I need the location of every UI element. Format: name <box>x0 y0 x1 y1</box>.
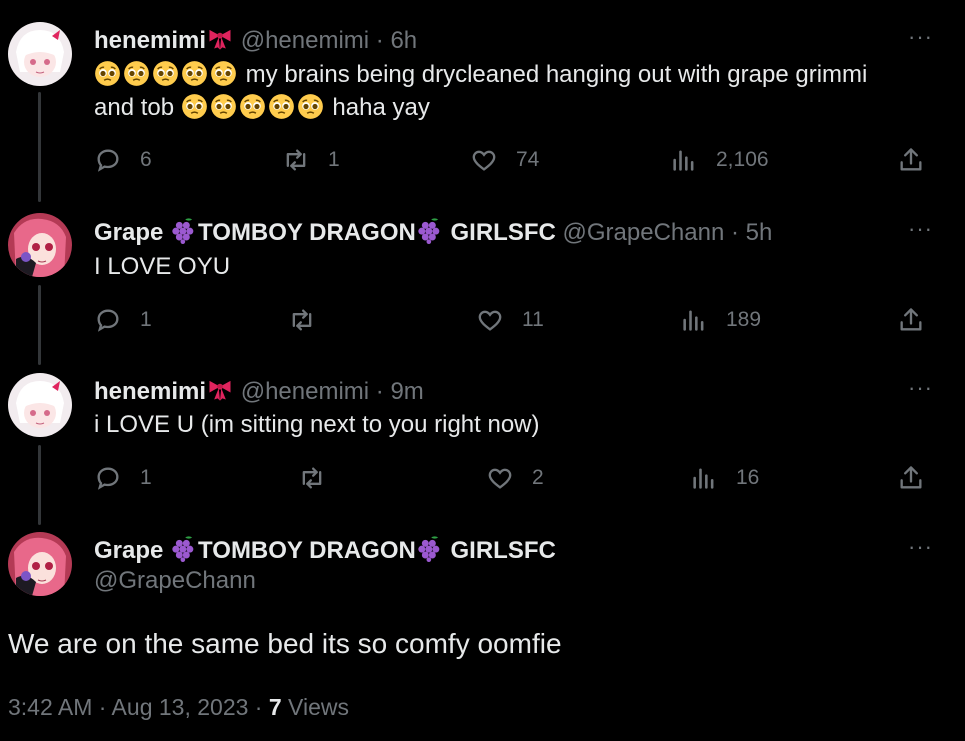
timestamp[interactable]: · 5h <box>731 219 772 246</box>
views-count: 189 <box>726 308 762 331</box>
display-name[interactable]: henemimi <box>94 378 206 405</box>
reply-button[interactable]: 1 <box>94 458 152 498</box>
share-button[interactable] <box>897 464 925 497</box>
heart-icon <box>470 146 498 174</box>
display-name[interactable]: Grape TOMBOY DRAGON GIRLSFC <box>94 219 556 246</box>
action-bar: 1 2 16 <box>94 458 935 498</box>
share-icon <box>897 464 925 492</box>
pleading-face-icon <box>181 93 208 120</box>
timestamp[interactable]: · 9m <box>376 378 424 405</box>
action-bar: 6 1 74 2,106 <box>94 140 935 180</box>
share-icon <box>897 146 925 174</box>
reply-button[interactable]: 6 <box>94 140 152 180</box>
handle[interactable]: @GrapeChann <box>94 567 256 595</box>
views-icon <box>690 464 718 492</box>
reply-icon <box>94 464 122 492</box>
like-button[interactable]: 74 <box>470 140 539 180</box>
tweet-header: henemimi @henemimi · 9m <box>94 375 424 406</box>
views-icon <box>670 146 698 174</box>
pleading-face-icon <box>239 93 266 120</box>
like-count: 11 <box>522 308 544 331</box>
like-count: 2 <box>532 466 544 489</box>
views-button[interactable]: 189 <box>680 300 761 340</box>
tweet-header: Grape TOMBOY DRAGON GIRLSFC @GrapeChann … <box>94 216 772 247</box>
handle[interactable]: @henemimi <box>241 378 369 405</box>
reply-count: 1 <box>140 308 152 331</box>
retweet-icon <box>282 146 310 174</box>
thread-line <box>38 92 41 202</box>
tweet-text-line2-end: haha yay <box>332 94 430 121</box>
pleading-face-icon <box>210 93 237 120</box>
display-name[interactable]: henemimi <box>94 27 206 54</box>
tweet-meta: 3:42 AM · Aug 13, 2023 · 7 Views <box>8 694 349 721</box>
retweet-icon <box>298 464 326 492</box>
pleading-face-icon <box>152 60 179 87</box>
tweet-timestamp[interactable]: 3:42 AM · Aug 13, 2023 · <box>8 694 262 720</box>
thread-line <box>38 285 41 365</box>
pleading-face-icon <box>94 60 121 87</box>
share-icon <box>897 306 925 334</box>
handle[interactable]: @GrapeChann <box>563 219 725 246</box>
views-label: Views <box>288 694 349 720</box>
more-options-icon[interactable]: ··· <box>908 534 933 560</box>
tweet-text: i LOVE U (im sitting next to you right n… <box>94 411 540 438</box>
reply-count: 6 <box>140 148 152 171</box>
main-tweet-text: We are on the same bed its so comfy oomf… <box>8 628 562 659</box>
tweet-header: Grape TOMBOY DRAGON GIRLSFC <box>94 534 556 565</box>
reply-icon <box>94 306 122 334</box>
heart-icon <box>486 464 514 492</box>
retweet-count: 1 <box>328 148 340 171</box>
pleading-face-icon <box>268 93 295 120</box>
tweet-text: my brains being drycleaned hanging out w… <box>94 58 934 124</box>
tweet-text-line2-start: and tob <box>94 94 175 121</box>
share-button[interactable] <box>897 306 925 339</box>
reply-count: 1 <box>140 466 152 489</box>
avatar[interactable] <box>8 22 72 86</box>
tweet-text-line1: my brains being drycleaned hanging out w… <box>245 61 868 88</box>
retweet-icon <box>288 306 316 334</box>
pleading-face-icon <box>181 60 208 87</box>
share-button[interactable] <box>897 146 925 179</box>
like-count: 74 <box>516 148 540 171</box>
grape-icon <box>170 216 198 244</box>
more-options-icon[interactable]: ··· <box>908 375 933 401</box>
retweet-button[interactable] <box>298 458 344 498</box>
retweet-button[interactable]: 1 <box>282 140 340 180</box>
more-options-icon[interactable]: ··· <box>908 24 933 50</box>
display-name[interactable]: Grape TOMBOY DRAGON GIRLSFC <box>94 537 556 564</box>
grape-icon <box>416 534 444 562</box>
tweet-header: henemimi @henemimi · 6h <box>94 24 417 55</box>
views-button[interactable]: 2,106 <box>670 140 769 180</box>
grape-icon <box>170 534 198 562</box>
grape-icon <box>416 216 444 244</box>
reply-icon <box>94 146 122 174</box>
avatar[interactable] <box>8 213 72 277</box>
pleading-face-icon <box>123 60 150 87</box>
reply-button[interactable]: 1 <box>94 300 152 340</box>
avatar[interactable] <box>8 373 72 437</box>
heart-icon <box>476 306 504 334</box>
tweet-text: I LOVE OYU <box>94 253 231 280</box>
handle[interactable]: @henemimi <box>241 27 369 54</box>
pleading-face-icon <box>210 60 237 87</box>
ribbon-icon <box>206 24 234 52</box>
more-options-icon[interactable]: ··· <box>908 216 933 242</box>
views-count: 2,106 <box>716 148 769 171</box>
thread-line <box>38 445 41 525</box>
timestamp[interactable]: · 6h <box>376 27 417 54</box>
avatar[interactable] <box>8 532 72 596</box>
views-button[interactable]: 16 <box>690 458 759 498</box>
views-count: 7 <box>268 694 282 720</box>
action-bar: 1 11 189 <box>94 300 935 340</box>
views-count: 16 <box>736 466 760 489</box>
pleading-face-icon <box>297 93 324 120</box>
retweet-button[interactable] <box>288 300 334 340</box>
like-button[interactable]: 2 <box>486 458 544 498</box>
like-button[interactable]: 11 <box>476 300 544 340</box>
views-icon <box>680 306 708 334</box>
ribbon-icon <box>206 375 234 403</box>
